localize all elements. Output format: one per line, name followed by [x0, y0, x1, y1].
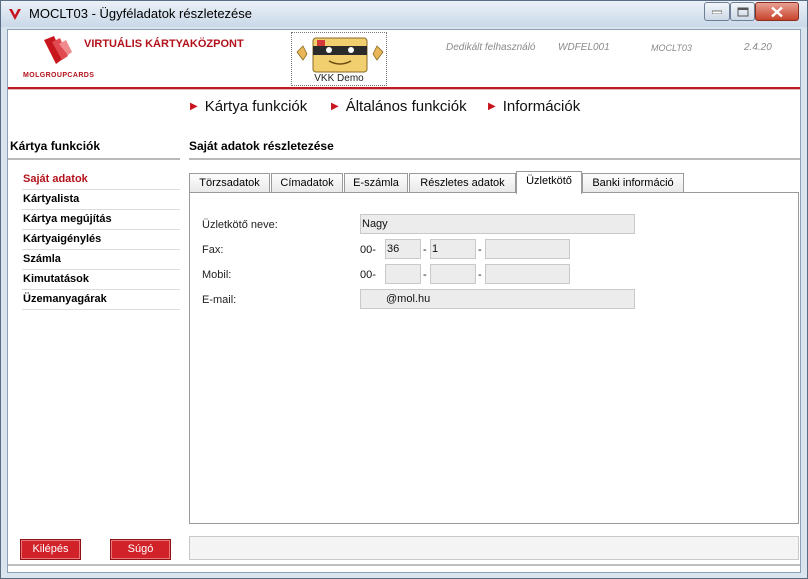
fax-label: Fax: — [202, 244, 224, 256]
arrow-right-icon: ▶ — [331, 101, 339, 112]
page-title: Saját adatok részletezése — [189, 139, 334, 153]
mobile-prefix: 00- — [360, 269, 376, 281]
mascot-image: VKK Demo — [291, 32, 387, 86]
topnav-general-functions[interactable]: ▶ Általános funkciók — [331, 98, 467, 115]
help-button[interactable]: Súgó — [110, 539, 171, 560]
version-label: 2.4.20 — [744, 42, 772, 53]
sidebar-item-reports[interactable]: Kimutatások — [22, 270, 180, 290]
tab-e-invoice[interactable]: E-számla — [344, 173, 408, 193]
close-button[interactable] — [755, 2, 799, 21]
mascot-card-icon — [296, 37, 384, 73]
topnav-label: Információk — [502, 98, 581, 115]
fax-prefix: 00- — [360, 244, 376, 256]
status-panel — [189, 536, 799, 560]
agent-name-field[interactable]: Nagy — [360, 214, 635, 234]
logo-subtitle: MOLGROUPCARDS — [23, 72, 95, 79]
mascot-label: VKK Demo — [314, 73, 364, 84]
sidebar-item-card-renewal[interactable]: Kártya megújítás — [22, 210, 180, 230]
title-bar[interactable]: MOCLT03 - Ügyféladatok részletezése — [1, 1, 807, 27]
agent-name-label: Üzletkötő neve: — [202, 219, 278, 231]
tab-bar: Törzsadatok Címadatok E-számla Részletes… — [189, 171, 800, 194]
tab-address-data[interactable]: Címadatok — [271, 173, 343, 193]
sidebar-item-card-request[interactable]: Kártyaigénylés — [22, 230, 180, 250]
window-title: MOCLT03 - Ügyféladatok részletezése — [29, 6, 253, 21]
mol-logo-icon — [44, 36, 72, 64]
mobile-country-field[interactable] — [385, 264, 421, 284]
topnav-label: Kártya funkciók — [204, 98, 308, 115]
sidebar-item-fuel-prices[interactable]: Üzemanyagárak — [22, 290, 180, 310]
page-title-divider — [189, 158, 800, 160]
sidebar-title: Kártya funkciók — [10, 139, 101, 153]
sidebar-item-invoice[interactable]: Számla — [22, 250, 180, 270]
mobile-label: Mobil: — [202, 269, 232, 281]
arrow-right-icon: ▶ — [488, 101, 496, 112]
minimize-button[interactable] — [704, 2, 730, 21]
topnav-label: Általános funkciók — [345, 98, 467, 115]
close-icon — [771, 6, 783, 17]
header-divider-shadow — [8, 89, 800, 90]
fax-number-field[interactable] — [485, 239, 570, 259]
mobile-area-field[interactable] — [430, 264, 476, 284]
top-nav: ▶ Kártya funkciók ▶ Általános funkciók ▶ In… — [8, 98, 800, 120]
sidebar-item-card-list[interactable]: Kártyalista — [22, 190, 180, 210]
email-label: E-mail: — [202, 294, 237, 306]
app-window: MOCLT03 - Ügyféladatok részletezése VIRT… — [0, 0, 808, 579]
topnav-information[interactable]: ▶ Információk — [488, 98, 580, 115]
minimize-icon — [712, 10, 722, 14]
page-header: VIRTUÁLIS KÁRTYAKÖZPONT MOLGROUPCARDS VK… — [8, 30, 800, 90]
tab-bank-info[interactable]: Banki információ — [582, 173, 684, 193]
topnav-card-functions[interactable]: ▶ Kártya funkciók — [190, 98, 307, 115]
maximize-button[interactable] — [730, 2, 755, 21]
fax-country-field[interactable]: 36 — [385, 239, 421, 259]
maximize-icon — [737, 7, 748, 16]
user-id: WDFEL001 — [558, 42, 610, 53]
bottom-divider — [8, 564, 800, 566]
client-area: VIRTUÁLIS KÁRTYAKÖZPONT MOLGROUPCARDS VK… — [7, 29, 801, 573]
arrow-right-icon: ▶ — [190, 101, 198, 112]
sidebar-title-divider — [8, 158, 180, 160]
tab-master-data[interactable]: Törzsadatok — [189, 173, 270, 193]
tab-detailed-data[interactable]: Részletes adatok — [409, 173, 516, 193]
email-field[interactable]: @mol.hu — [360, 289, 635, 309]
screen-code: MOCLT03 — [651, 43, 692, 53]
tab-sales-agent[interactable]: Üzletkötő — [516, 171, 582, 194]
dash-separator: - — [478, 244, 482, 256]
sidebar-item-own-data[interactable]: Saját adatok — [22, 170, 180, 190]
dash-separator: - — [423, 244, 427, 256]
sidebar-menu: Saját adatok Kártyalista Kártya megújítá… — [22, 170, 180, 310]
exit-button[interactable]: Kilépés — [20, 539, 81, 560]
dash-separator: - — [478, 269, 482, 281]
user-label: Dedikált felhasználó — [446, 42, 536, 53]
logo-text: VIRTUÁLIS KÁRTYAKÖZPONT — [84, 38, 244, 50]
dash-separator: - — [423, 269, 427, 281]
tab-panel-sales-agent: Üzletkötő neve: Nagy Fax: 00- 36 - 1 - M… — [189, 192, 799, 524]
app-logo-icon — [9, 9, 21, 20]
fax-area-field[interactable]: 1 — [430, 239, 476, 259]
mobile-number-field[interactable] — [485, 264, 570, 284]
